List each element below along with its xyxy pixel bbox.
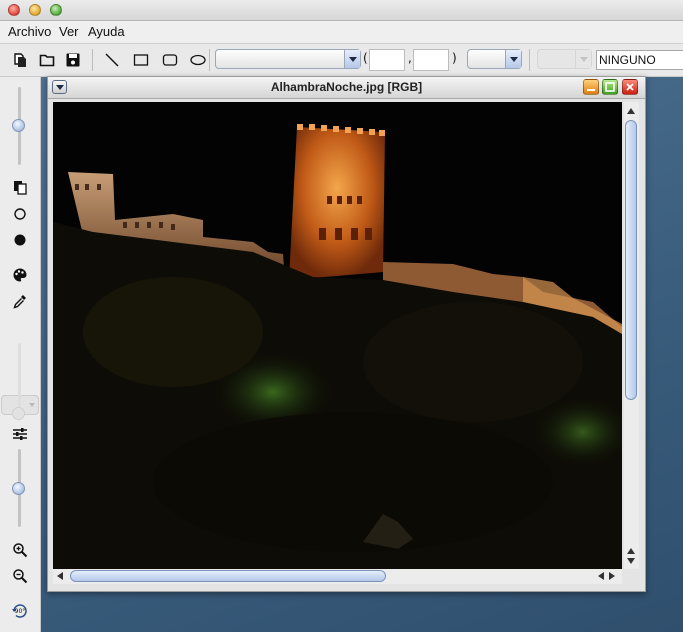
rectangle-tool-button[interactable] bbox=[131, 50, 151, 70]
menu-archivo[interactable]: Archivo bbox=[8, 24, 51, 39]
new-button[interactable] bbox=[11, 50, 31, 70]
open-button[interactable] bbox=[37, 50, 57, 70]
ellipse-tool-button[interactable] bbox=[188, 50, 208, 70]
disabled-slider-knob[interactable] bbox=[12, 407, 25, 420]
line-tool-button[interactable] bbox=[102, 50, 122, 70]
save-button[interactable] bbox=[63, 50, 83, 70]
coord-close-paren: ) bbox=[452, 51, 457, 65]
rounded-rectangle-tool-button[interactable] bbox=[160, 50, 180, 70]
chevron-down-icon bbox=[29, 403, 35, 407]
image-canvas[interactable] bbox=[53, 102, 622, 569]
coord-open-paren: ( bbox=[363, 51, 368, 65]
size-combo[interactable] bbox=[467, 49, 522, 69]
menu-bar: Archivo Ver Ayuda bbox=[0, 21, 683, 44]
circle-filled-button[interactable] bbox=[10, 230, 30, 250]
rounded-rectangle-icon bbox=[162, 54, 178, 66]
disabled-combo[interactable] bbox=[537, 49, 592, 69]
open-icon bbox=[39, 54, 55, 67]
close-icon bbox=[626, 83, 634, 91]
toolbar-separator bbox=[209, 49, 210, 71]
chevron-down-icon bbox=[575, 50, 591, 68]
line-icon bbox=[105, 53, 119, 67]
brightness-slider-knob[interactable] bbox=[12, 119, 25, 132]
window-minimize-button[interactable] bbox=[29, 4, 41, 16]
close-button[interactable] bbox=[622, 79, 638, 95]
app-titlebar bbox=[0, 0, 683, 21]
scroll-left-icon[interactable] bbox=[598, 572, 604, 580]
vertical-scrollbar[interactable] bbox=[624, 102, 639, 569]
image-window: AlhambraNoche.jpg [RGB] bbox=[47, 76, 646, 592]
palette-icon bbox=[13, 268, 27, 282]
coord-separator: , bbox=[408, 51, 412, 65]
disabled-slider-track[interactable] bbox=[18, 343, 21, 409]
save-icon bbox=[66, 53, 80, 67]
toolbar: ( , ) NINGUNO bbox=[0, 44, 683, 77]
circle-outline-icon bbox=[14, 208, 26, 220]
left-toolbar: 90° bbox=[0, 77, 41, 632]
minimize-icon bbox=[587, 89, 595, 91]
menu-ver[interactable]: Ver bbox=[59, 24, 79, 39]
rectangle-icon bbox=[133, 54, 149, 66]
window-zoom-button[interactable] bbox=[50, 4, 62, 16]
image-window-titlebar[interactable]: AlhambraNoche.jpg [RGB] bbox=[48, 77, 645, 99]
circle-outline-button[interactable] bbox=[10, 204, 30, 224]
toolbar-separator bbox=[92, 49, 93, 71]
scroll-left-icon[interactable] bbox=[57, 572, 63, 580]
minimize-button[interactable] bbox=[583, 79, 599, 95]
eyedropper-button[interactable] bbox=[10, 291, 30, 311]
scroll-up-icon[interactable] bbox=[627, 548, 635, 554]
scroll-up-icon[interactable] bbox=[627, 108, 635, 114]
vertical-scroll-thumb[interactable] bbox=[625, 120, 637, 400]
horizontal-scrollbar[interactable] bbox=[53, 569, 622, 584]
zoom-in-icon bbox=[13, 543, 28, 558]
duplicate-icon bbox=[14, 181, 27, 195]
ellipse-icon bbox=[190, 54, 206, 66]
new-icon bbox=[14, 53, 26, 67]
contrast-slider-knob[interactable] bbox=[12, 482, 25, 495]
palette-button[interactable] bbox=[10, 265, 30, 285]
circle-filled-icon bbox=[14, 234, 26, 246]
rotate-90-label: 90° bbox=[15, 608, 26, 615]
font-combo[interactable] bbox=[215, 49, 361, 69]
window-close-button[interactable] bbox=[8, 4, 20, 16]
zoom-out-icon bbox=[13, 569, 28, 584]
horizontal-scroll-thumb[interactable] bbox=[70, 570, 386, 582]
chevron-down-icon bbox=[505, 50, 521, 68]
chevron-down-icon bbox=[344, 50, 360, 68]
rotate-90-icon: 90° bbox=[12, 604, 27, 618]
alhambra-night-photo bbox=[53, 102, 622, 569]
adjustments-button[interactable] bbox=[10, 424, 30, 444]
y-field[interactable] bbox=[413, 49, 449, 71]
menu-ayuda[interactable]: Ayuda bbox=[88, 24, 125, 39]
toolbar-separator bbox=[529, 49, 530, 71]
zoom-in-button[interactable] bbox=[10, 540, 30, 560]
filter-field[interactable]: NINGUNO bbox=[596, 50, 683, 70]
image-window-title: AlhambraNoche.jpg [RGB] bbox=[270, 80, 423, 94]
scroll-right-icon[interactable] bbox=[609, 572, 615, 580]
duplicate-button[interactable] bbox=[10, 177, 30, 197]
maximize-button[interactable] bbox=[602, 79, 618, 95]
zoom-out-button[interactable] bbox=[10, 566, 30, 586]
eyedropper-icon bbox=[13, 295, 26, 309]
sliders-icon bbox=[13, 428, 27, 440]
maximize-icon bbox=[605, 82, 615, 92]
x-field[interactable] bbox=[369, 49, 405, 71]
scroll-down-icon[interactable] bbox=[627, 558, 635, 564]
rotate-90-button[interactable]: 90° bbox=[10, 601, 30, 621]
